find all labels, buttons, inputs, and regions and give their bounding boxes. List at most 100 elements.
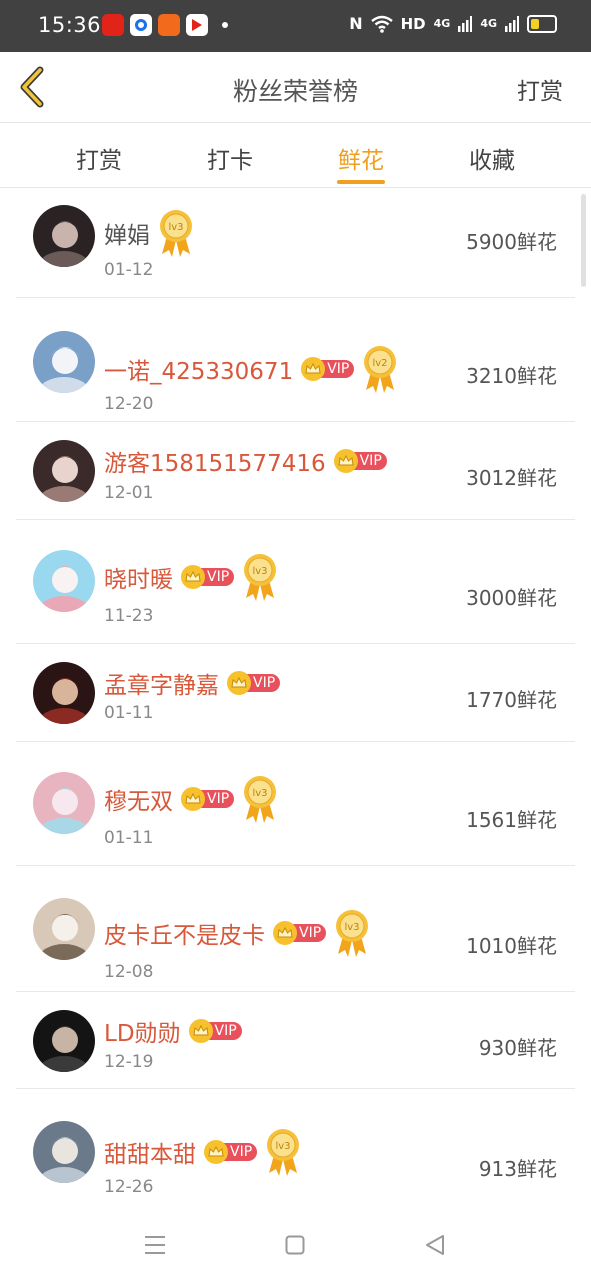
menu-icon xyxy=(145,1236,165,1254)
avatar[interactable] xyxy=(33,205,95,267)
list-item[interactable]: 孟章字静嘉 VIP 01-11 1770鲜花 xyxy=(0,644,591,742)
status-bar: 15:36 N HD 4G 4G xyxy=(0,0,591,52)
list-item[interactable]: 婵娟 lv3 01-12 5900鲜花 xyxy=(0,188,591,298)
username[interactable]: 婵娟 xyxy=(104,216,150,250)
crown-icon xyxy=(204,1140,228,1164)
date: 01-11 xyxy=(104,828,154,848)
triangle-back-icon xyxy=(426,1235,444,1255)
name-line: 游客158151577416 VIP xyxy=(104,444,387,478)
list-item[interactable]: 一诺_425330671 VIP lv2 12-20 3210鲜花 xyxy=(0,298,591,422)
signal-icon-1 xyxy=(458,15,473,32)
list-item[interactable]: 穆无双 VIP lv3 01-11 1561鲜花 xyxy=(0,742,591,866)
name-line: 皮卡丘不是皮卡 VIP lv3 xyxy=(104,908,370,958)
home-button[interactable] xyxy=(280,1230,310,1260)
name-line: 穆无双 VIP lv3 xyxy=(104,774,278,824)
vip-badge: VIP xyxy=(273,921,327,945)
username[interactable]: 穆无双 xyxy=(104,782,173,816)
vip-badge: VIP xyxy=(181,565,235,589)
date: 12-20 xyxy=(104,394,154,414)
list-item[interactable]: 皮卡丘不是皮卡 VIP lv3 12-08 1010鲜花 xyxy=(0,866,591,992)
username[interactable]: 游客158151577416 xyxy=(104,444,326,478)
list-item[interactable]: 游客158151577416 VIP 12-01 3012鲜花 xyxy=(0,422,591,520)
level-medal-icon: lv3 xyxy=(242,774,278,824)
ranking-list: 婵娟 lv3 01-12 5900鲜花 一诺_425330671 VIP lv2 … xyxy=(0,188,591,1219)
username[interactable]: 皮卡丘不是皮卡 xyxy=(104,916,265,950)
app-icon-orange xyxy=(158,14,180,36)
more-notifications-dot xyxy=(222,22,228,28)
username[interactable]: LD勋勋 xyxy=(104,1014,181,1048)
avatar[interactable] xyxy=(33,1121,95,1183)
battery-icon xyxy=(527,14,557,33)
network-type: HD xyxy=(400,14,426,33)
tab-checkin[interactable]: 打卡 xyxy=(170,141,290,175)
level-medal-icon: lv2 xyxy=(362,344,398,394)
wifi-icon xyxy=(370,15,393,33)
crown-icon xyxy=(227,671,251,695)
username[interactable]: 晓时暖 xyxy=(104,560,173,594)
app-icon-red xyxy=(102,14,124,36)
signal-icon-2 xyxy=(505,15,519,32)
battery-level xyxy=(531,18,539,29)
username[interactable]: 一诺_425330671 xyxy=(104,352,293,386)
svg-text:lv3: lv3 xyxy=(253,566,268,577)
date: 12-19 xyxy=(104,1052,154,1072)
name-line: 孟章字静嘉 VIP xyxy=(104,666,281,700)
crown-icon xyxy=(188,1019,213,1043)
flower-count: 930鲜花 xyxy=(478,1036,557,1060)
status-indicators: N HD 4G 4G xyxy=(349,14,557,33)
vip-badge: VIP xyxy=(333,449,387,473)
flower-count: 3000鲜花 xyxy=(466,586,557,610)
nav-back-button[interactable] xyxy=(420,1230,450,1260)
avatar[interactable] xyxy=(33,898,95,960)
date: 12-01 xyxy=(104,483,154,503)
date: 12-26 xyxy=(104,1177,154,1197)
list-item[interactable]: 晓时暖 VIP lv3 11-23 3000鲜花 xyxy=(0,520,591,644)
vip-badge: VIP xyxy=(188,1019,242,1043)
name-line: 婵娟 lv3 xyxy=(104,208,194,258)
menu-button[interactable] xyxy=(140,1230,170,1260)
date: 11-23 xyxy=(104,606,154,626)
tab-flowers[interactable]: 鲜花 xyxy=(301,141,421,175)
tab-reward[interactable]: 打赏 xyxy=(39,141,159,175)
tab-favorites[interactable]: 收藏 xyxy=(432,141,552,175)
app-icon-video xyxy=(186,14,208,36)
list-item[interactable]: LD勋勋 VIP 12-19 930鲜花 xyxy=(0,992,591,1089)
reward-button[interactable]: 打赏 xyxy=(517,72,563,106)
signal-label-2: 4G xyxy=(480,17,497,30)
level-medal-icon: lv3 xyxy=(158,208,194,258)
flower-count: 1770鲜花 xyxy=(466,688,557,712)
level-medal-icon: lv3 xyxy=(242,552,278,602)
page-title: 粉丝荣誉榜 xyxy=(232,77,358,106)
vip-badge: VIP xyxy=(301,357,355,381)
level-medal-icon: lv3 xyxy=(265,1127,301,1177)
vip-badge: VIP xyxy=(204,1140,258,1164)
vip-badge: VIP xyxy=(227,671,281,695)
flower-count: 913鲜花 xyxy=(478,1157,557,1181)
avatar[interactable] xyxy=(33,440,95,502)
svg-text:lv3: lv3 xyxy=(253,788,268,799)
avatar[interactable] xyxy=(33,331,95,393)
crown-icon xyxy=(333,449,358,473)
level-medal-icon: lv3 xyxy=(334,908,370,958)
username[interactable]: 孟章字静嘉 xyxy=(104,666,219,700)
avatar[interactable] xyxy=(33,662,95,724)
list-item[interactable]: 甜甜本甜 VIP lv3 12-26 913鲜花 xyxy=(0,1089,591,1219)
nfc-icon: N xyxy=(349,14,363,33)
svg-text:lv3: lv3 xyxy=(168,222,183,233)
signal-label-1: 4G xyxy=(433,17,451,30)
app-icon-blue xyxy=(130,14,152,36)
username[interactable]: 甜甜本甜 xyxy=(104,1135,196,1169)
flower-count: 3210鲜花 xyxy=(466,364,557,388)
name-line: 一诺_425330671 VIP lv2 xyxy=(104,344,398,394)
avatar[interactable] xyxy=(33,1010,95,1072)
avatar[interactable] xyxy=(33,550,95,612)
flower-count: 5900鲜花 xyxy=(466,230,557,254)
active-tab-indicator xyxy=(337,180,385,184)
avatar[interactable] xyxy=(33,772,95,834)
tab-bar: 打赏 打卡 鲜花 收藏 xyxy=(0,123,591,188)
crown-icon xyxy=(273,921,297,945)
date: 12-08 xyxy=(104,962,154,982)
svg-text:lv3: lv3 xyxy=(345,922,360,933)
svg-text:lv2: lv2 xyxy=(373,358,388,369)
name-line: 甜甜本甜 VIP lv3 xyxy=(104,1127,301,1177)
